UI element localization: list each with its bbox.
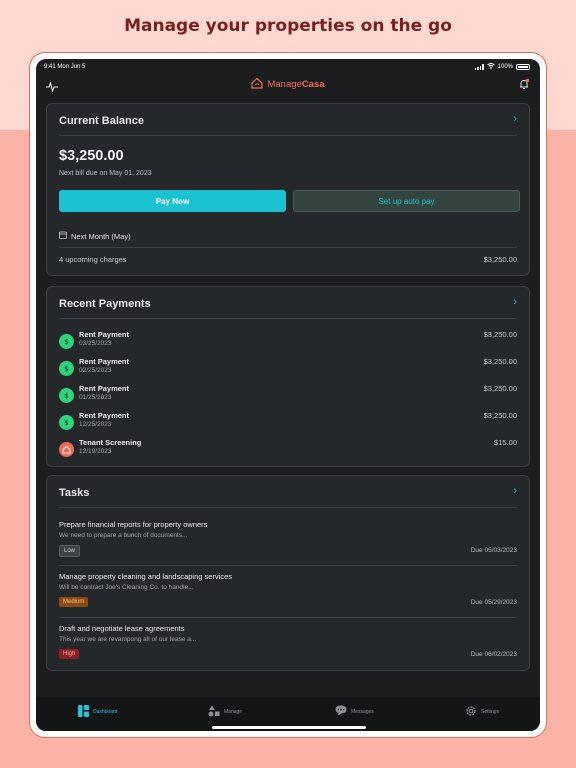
auto-pay-button[interactable]: Set up auto pay	[293, 190, 520, 212]
svg-text:$: $	[64, 419, 68, 427]
task-title: Manage property cleaning and landscaping…	[59, 572, 233, 581]
dollar-icon: $	[59, 415, 74, 430]
task-title: Draft and negotiate lease agreements	[59, 624, 185, 633]
task-due-date: Due 05/03/2023	[470, 547, 517, 554]
upcoming-charges-label: 4 upcoming charges	[59, 255, 127, 264]
house-icon	[59, 442, 74, 457]
wifi-icon	[486, 63, 495, 71]
payment-row[interactable]: $ Rent Payment 02/25/2023 $3,250.00	[59, 357, 517, 381]
tab-label: Messages	[351, 708, 374, 715]
cellular-signal-icon	[474, 64, 484, 70]
svg-text:$: $	[64, 338, 68, 346]
next-month-label: Next Month (May)	[71, 231, 131, 241]
svg-text:$: $	[64, 365, 68, 373]
app-logo: ManageCasa	[36, 77, 540, 92]
payment-amount: $15.00	[494, 438, 517, 447]
brand-name-part2: Casa	[301, 79, 325, 90]
task-item[interactable]: Draft and negotiate lease agreements Thi…	[59, 624, 517, 674]
dollar-icon: $	[59, 334, 74, 349]
battery-percent: 100%	[497, 64, 513, 70]
calendar-icon	[59, 231, 67, 241]
priority-badge: Medium	[59, 597, 89, 607]
tablet-frame: 9:41 Mon Jun 5 100% ManageCasa Current B…	[29, 52, 547, 738]
card-title: Current Balance	[59, 115, 144, 127]
balance-amount: $3,250.00	[59, 148, 124, 164]
payment-amount: $3,250.00	[483, 357, 517, 366]
chevron-right-icon[interactable]: ›	[513, 485, 517, 497]
task-title: Prepare financial reports for property o…	[59, 520, 208, 529]
divider	[59, 507, 517, 508]
priority-badge: Low	[59, 545, 81, 557]
payment-name: Tenant Screening	[79, 438, 142, 447]
tasks-card: Tasks › Prepare financial reports for pr…	[46, 475, 530, 671]
chat-bubble-icon	[335, 705, 347, 718]
payment-date: 02/25/2023	[79, 367, 112, 374]
tab-manage[interactable]: Manage	[208, 705, 242, 719]
recent-payments-card: Recent Payments › $ Rent Payment 03/25/2…	[46, 286, 530, 467]
task-description: This year we are revampong all of our le…	[59, 636, 197, 643]
house-logo-icon	[251, 77, 264, 92]
task-item[interactable]: Prepare financial reports for property o…	[59, 520, 517, 570]
divider	[59, 135, 517, 136]
task-description: Will be contract Joe's Cleaning Co. to h…	[59, 584, 194, 591]
page-headline: Manage your properties on the go	[124, 16, 452, 36]
tab-label: Settings	[481, 709, 500, 715]
svg-text:$: $	[64, 392, 68, 400]
payment-name: Rent Payment	[79, 384, 130, 393]
payment-name: Rent Payment	[79, 411, 130, 420]
payment-amount: $3,250.00	[483, 330, 517, 339]
next-bill-due: Next bill due on May 01, 2023	[59, 170, 152, 177]
notification-bell-icon[interactable]	[518, 77, 530, 95]
status-time: 9:41	[44, 64, 56, 70]
dollar-icon: $	[59, 388, 74, 403]
pay-now-button[interactable]: Pay Now	[59, 190, 286, 212]
task-description: We need to prepare a bunch of documents.…	[59, 532, 188, 539]
payment-date: 12/19/2023	[79, 448, 112, 455]
next-month-row[interactable]: Next Month (May)	[59, 231, 131, 241]
payment-row[interactable]: $ Rent Payment 01/25/2023 $3,250.00	[59, 384, 517, 408]
payment-amount: $3,250.00	[483, 411, 517, 420]
dollar-icon: $	[59, 361, 74, 376]
tab-dashboard[interactable]: Dashboard	[78, 705, 117, 719]
battery-icon	[516, 64, 530, 70]
tab-settings[interactable]: Settings	[465, 705, 499, 719]
task-item[interactable]: Manage property cleaning and landscaping…	[59, 572, 517, 622]
tab-messages[interactable]: Messages	[335, 705, 374, 718]
app-screen: 9:41 Mon Jun 5 100% ManageCasa Current B…	[36, 59, 540, 731]
payment-date: 03/25/2023	[79, 340, 112, 347]
upcoming-charges-amount: $3,250.00	[483, 255, 517, 264]
task-due-date: Due 05/29/2023	[470, 599, 517, 606]
divider	[59, 247, 517, 248]
task-due-date: Due 06/02/2023	[470, 651, 517, 658]
divider	[59, 318, 517, 319]
payment-name: Rent Payment	[79, 330, 130, 339]
payment-row[interactable]: Tenant Screening 12/19/2023 $15.00	[59, 438, 517, 462]
payment-date: 12/25/2023	[79, 421, 112, 428]
status-date: Mon Jun 5	[57, 64, 86, 70]
payment-row[interactable]: $ Rent Payment 12/25/2023 $3,250.00	[59, 411, 517, 435]
card-title: Tasks	[59, 487, 90, 499]
status-bar: 9:41 Mon Jun 5 100%	[44, 61, 530, 73]
card-title: Recent Payments	[59, 298, 151, 310]
nav-bar: ManageCasa	[36, 75, 540, 95]
chevron-right-icon[interactable]: ›	[513, 113, 517, 125]
home-indicator[interactable]	[212, 726, 366, 729]
brand-name-part1: Manage	[267, 79, 302, 90]
gear-icon	[465, 705, 477, 719]
payment-amount: $3,250.00	[483, 384, 517, 393]
current-balance-card: Current Balance › $3,250.00 Next bill du…	[46, 103, 530, 276]
divider	[59, 617, 517, 618]
dashboard-icon	[78, 705, 89, 719]
payment-row[interactable]: $ Rent Payment 03/25/2023 $3,250.00	[59, 330, 517, 354]
payment-date: 01/25/2023	[79, 394, 112, 401]
tab-label: Dashboard	[93, 709, 118, 715]
shapes-icon	[208, 705, 220, 719]
priority-badge: High	[59, 649, 80, 659]
payment-name: Rent Payment	[79, 357, 130, 366]
tab-label: Manage	[224, 709, 243, 715]
divider	[59, 565, 517, 566]
chevron-right-icon[interactable]: ›	[513, 296, 517, 308]
